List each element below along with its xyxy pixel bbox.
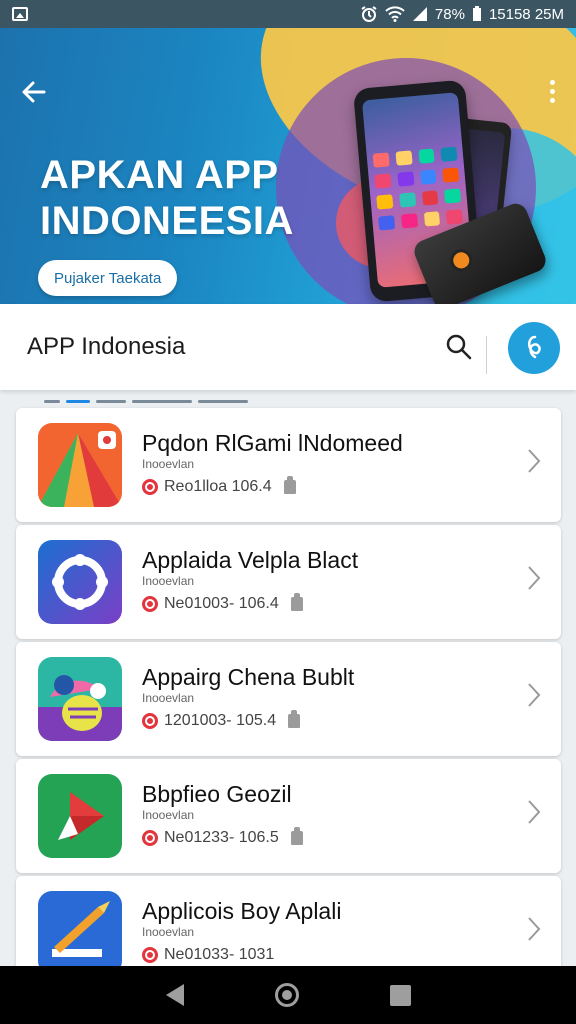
app-card[interactable]: Applaida Velpla Blact Inooevlan Ne01003-…	[16, 525, 561, 639]
nav-home-button[interactable]	[274, 983, 299, 1007]
search-icon	[446, 334, 472, 360]
app-developer: Inooevlan	[142, 691, 195, 705]
app-meta: Ne01003- 106.4	[142, 593, 303, 613]
app-name: Bbpfieo Geozil	[142, 781, 292, 807]
rating-icon	[142, 830, 158, 846]
alarm-icon	[361, 6, 377, 22]
app-icon	[38, 891, 122, 975]
app-card[interactable]: Pqdon RlGami lNdomeed Inooevlan Reo1lloa…	[16, 408, 561, 522]
battery-percent: 78%	[434, 5, 465, 23]
download-icon	[290, 593, 303, 611]
chevron-right-icon	[528, 566, 541, 590]
rating-icon	[142, 479, 158, 495]
chevron-right-icon	[528, 800, 541, 824]
battery-icon	[472, 6, 481, 21]
app-developer: Inooevlan	[142, 808, 195, 822]
nav-back-button[interactable]	[165, 984, 184, 1006]
app-developer: Inooevlan	[142, 925, 195, 939]
wifi-icon	[385, 6, 405, 22]
system-nav-bar	[0, 966, 576, 1024]
download-icon	[290, 827, 303, 845]
app-name: Pqdon RlGami lNdomeed	[142, 430, 403, 456]
status-bar: 78% 15158 25M	[0, 0, 576, 28]
app-stats: Ne01003- 106.4	[164, 595, 279, 612]
app-developer: Inooevlan	[142, 457, 195, 471]
signal-icon	[412, 7, 427, 21]
app-stats: Reo1lloa 106.4	[164, 478, 272, 495]
app-meta: Ne01233- 106.5	[142, 827, 303, 847]
clock: 15158 25M	[488, 5, 564, 23]
back-button[interactable]	[18, 76, 50, 108]
rating-icon	[142, 713, 158, 729]
hero-cta-button[interactable]: Pujaker Taekata	[38, 260, 178, 296]
app-card[interactable]: Bbpfieo Geozil Inooevlan Ne01233- 106.5	[16, 759, 561, 873]
app-name: Applaida Velpla Blact	[142, 547, 359, 573]
app-name: Appairg Chena Bublt	[142, 664, 355, 690]
app-card[interactable]: Appairg Chena Bublt Inooevlan 1201003- 1…	[16, 642, 561, 756]
hero-banner: APKAN APP INDONEESIA Pujaker Taekata	[0, 28, 576, 304]
app-stats: Ne01033- 1031	[164, 946, 275, 963]
app-meta: Reo1lloa 106.4	[142, 476, 296, 496]
app-list: Pqdon RlGami lNdomeed Inooevlan Reo1lloa…	[16, 408, 561, 993]
download-icon	[288, 710, 301, 728]
search-button[interactable]	[444, 332, 474, 362]
download-icon	[283, 476, 296, 494]
app-meta: 1201003- 105.4	[142, 710, 301, 730]
chevron-right-icon	[528, 683, 541, 707]
rating-icon	[142, 596, 158, 612]
hero-title-line1: APKAN APP	[40, 153, 279, 197]
voice-button[interactable]	[508, 322, 560, 374]
app-icon	[38, 423, 122, 507]
app-header: APP Indonesia	[0, 304, 576, 390]
app-developer: Inooevlan	[142, 574, 195, 588]
app-icon	[38, 657, 122, 741]
rating-icon	[142, 947, 158, 963]
app-meta: Ne01033- 1031	[142, 946, 274, 964]
chevron-right-icon	[528, 917, 541, 941]
app-name: Applicois Boy Aplali	[142, 898, 342, 924]
page-title: APP Indonesia	[27, 333, 186, 360]
chevron-right-icon	[528, 449, 541, 473]
more-vert-icon	[549, 79, 555, 85]
app-icon	[38, 774, 122, 858]
gallery-notification-icon	[12, 7, 28, 21]
app-stats: Ne01233- 106.5	[164, 829, 279, 846]
voice-icon	[527, 335, 541, 359]
hero-title: APKAN APP INDONEESIA	[40, 152, 294, 244]
header-divider	[486, 336, 487, 374]
more-options-button[interactable]	[540, 76, 564, 106]
subtab-indicator	[44, 390, 264, 403]
arrow-left-icon	[22, 81, 46, 103]
nav-recents-button[interactable]	[389, 984, 411, 1006]
app-stats: 1201003- 105.4	[164, 712, 277, 729]
app-icon	[38, 540, 122, 624]
hero-title-line2: INDONEESIA	[40, 199, 294, 243]
